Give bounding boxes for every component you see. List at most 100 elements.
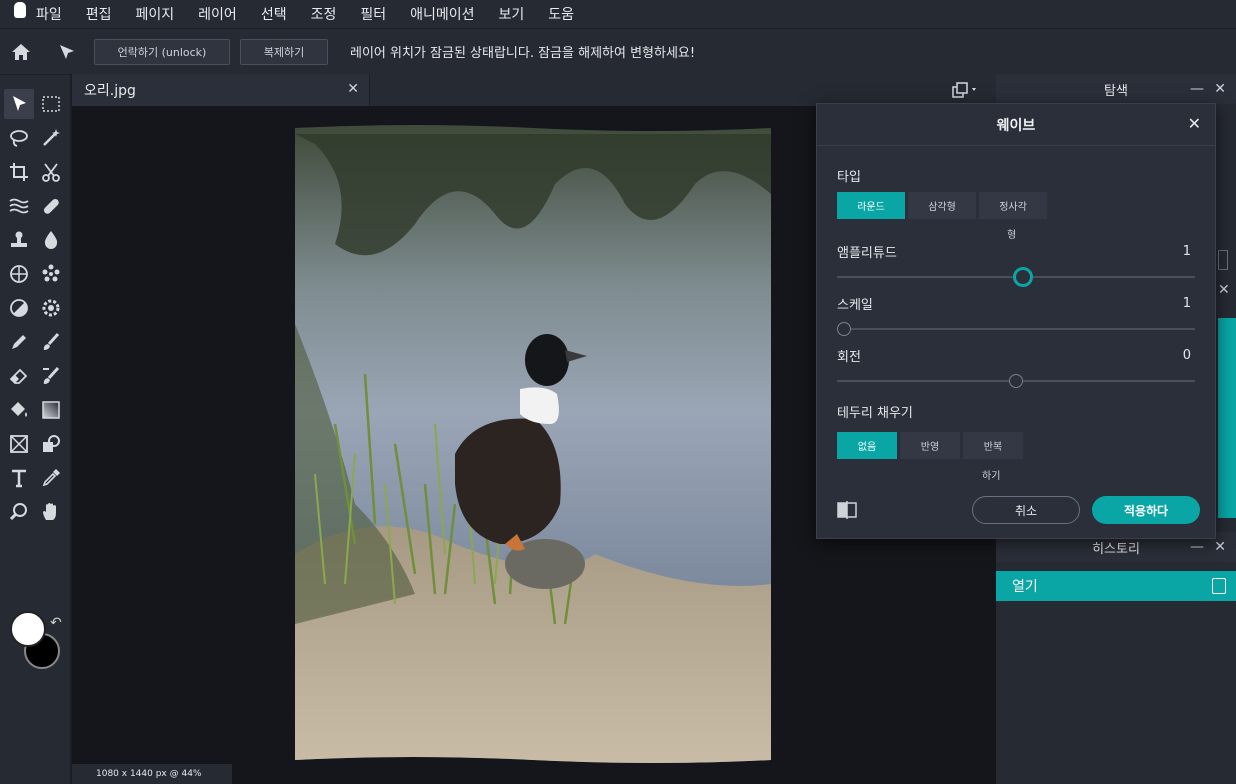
compare-icon[interactable]: [837, 501, 857, 519]
magic-wand-icon: [43, 129, 60, 146]
eraser-tool[interactable]: [4, 361, 34, 391]
bandage-icon: [43, 198, 59, 214]
dodge-tool[interactable]: [4, 293, 34, 323]
layer-input-box[interactable]: [1218, 250, 1228, 270]
magnifier-icon: [9, 503, 27, 521]
pencil-tool[interactable]: [4, 327, 34, 357]
amplitude-slider-knob[interactable]: [1013, 267, 1034, 287]
menu-select[interactable]: 선택: [261, 4, 287, 24]
cut-tool[interactable]: [36, 157, 66, 187]
gradient-icon: [42, 401, 60, 419]
pencil-icon: [12, 335, 26, 349]
home-icon[interactable]: [10, 41, 32, 63]
zoom-tool[interactable]: [4, 497, 34, 527]
close-history-icon[interactable]: ✕: [1214, 539, 1226, 555]
foreground-color-swatch[interactable]: [10, 611, 46, 647]
rotation-slider-knob[interactable]: [1009, 374, 1023, 388]
arrange-windows-icon[interactable]: [952, 82, 976, 98]
eyedropper-tool[interactable]: [36, 463, 66, 493]
edge-reflect-button[interactable]: 반영: [900, 432, 960, 459]
menu-file[interactable]: 파일: [36, 4, 62, 24]
cancel-button[interactable]: 취소: [972, 496, 1080, 524]
box-x-icon: [10, 435, 28, 453]
text-tool[interactable]: [4, 463, 34, 493]
menu-adjust[interactable]: 조정: [311, 4, 337, 24]
scale-value: 1: [1182, 296, 1191, 311]
hand-tool[interactable]: [36, 497, 66, 527]
color-replace-tool[interactable]: [36, 361, 66, 391]
magic-wand-tool[interactable]: [36, 123, 66, 153]
dots-icon: [42, 264, 60, 282]
type-triangle-button[interactable]: 삼각형: [908, 192, 976, 219]
sponge-tool[interactable]: [4, 259, 34, 289]
menu-view[interactable]: 보기: [499, 4, 525, 24]
close-tab-icon[interactable]: ✕: [347, 81, 359, 97]
crop-tool[interactable]: [4, 157, 34, 187]
move-tool[interactable]: [4, 89, 34, 119]
dialog-header: 웨이브 ✕: [817, 104, 1215, 146]
edge-repeat-wrap-text: 하기: [982, 471, 1001, 482]
menu-page[interactable]: 페이지: [136, 4, 175, 24]
history-item-open[interactable]: 열기: [996, 571, 1236, 601]
fill-tool[interactable]: [4, 395, 34, 425]
marquee-tool[interactable]: [36, 89, 66, 119]
photo-canvas[interactable]: [295, 124, 771, 764]
swap-colors-icon[interactable]: ↶: [50, 615, 62, 631]
type-square-button[interactable]: 정사각: [979, 192, 1047, 219]
minimize-navigator-icon[interactable]: —: [1190, 81, 1204, 97]
scale-label: 스케일: [837, 298, 873, 313]
crop-icon: [10, 163, 28, 181]
menu-animation[interactable]: 애니메이션: [410, 4, 474, 24]
wave-icon: [9, 198, 29, 214]
options-bar: 언락하기 (unlock) 복제하기 레이어 위치가 잠금된 상태랍니다. 잠금…: [0, 28, 1236, 74]
edge-repeat-button[interactable]: 반복: [963, 432, 1023, 459]
amplitude-slider[interactable]: [837, 267, 1195, 287]
close-navigator-icon[interactable]: ✕: [1214, 81, 1226, 97]
brush-tool[interactable]: [36, 327, 66, 357]
scissors-icon: [42, 163, 60, 182]
scale-slider[interactable]: [837, 322, 1195, 336]
menu-layer[interactable]: 레이어: [198, 4, 237, 24]
document-tab[interactable]: 오리.jpg ✕: [72, 74, 370, 106]
scale-slider-knob[interactable]: [837, 322, 852, 336]
liquify-tool[interactable]: [4, 191, 34, 221]
history-title: 히스토리: [1092, 541, 1140, 557]
blur-tool[interactable]: [36, 225, 66, 255]
sharpen-tool[interactable]: [36, 293, 66, 323]
document-status: 1080 x 1440 px @ 44%: [72, 764, 232, 784]
hand-icon: [43, 503, 56, 520]
wave-dialog: 웨이브 ✕ 타입 라운드 삼각형 정사각 형 앰플리튜드 1 스케일 1 회전 …: [816, 103, 1216, 539]
globe-icon: [10, 265, 28, 283]
paint-bucket-icon: [11, 402, 27, 417]
rotation-slider[interactable]: [837, 374, 1195, 388]
unlock-button[interactable]: 언락하기 (unlock): [94, 38, 230, 65]
history-item-label: 열기: [1012, 579, 1038, 595]
edge-segmented-control: 없음 반영 반복: [837, 432, 1026, 459]
layer-selected-row[interactable]: [1218, 318, 1236, 518]
dialog-title: 웨이브: [996, 117, 1036, 134]
menu-edit[interactable]: 편집: [86, 4, 112, 24]
heal-tool[interactable]: [36, 191, 66, 221]
edge-none-button[interactable]: 없음: [837, 432, 897, 459]
document-tab-title: 오리.jpg: [84, 83, 136, 99]
menu-filter[interactable]: 필터: [360, 4, 386, 24]
contrast-icon: [10, 299, 28, 317]
stamp-tool[interactable]: [4, 225, 34, 255]
arrow-icon: [13, 96, 26, 111]
lasso-tool[interactable]: [4, 123, 34, 153]
close-dialog-icon[interactable]: ✕: [1188, 114, 1201, 133]
gradient-tool[interactable]: [36, 395, 66, 425]
menu-help[interactable]: 도움: [548, 4, 574, 24]
apply-button[interactable]: 적용하다: [1092, 496, 1200, 524]
type-round-button[interactable]: 라운드: [837, 192, 905, 219]
marquee-icon: [42, 96, 60, 112]
close-layers-icon[interactable]: ✕: [1218, 282, 1230, 298]
brush-replace-icon: [43, 366, 60, 384]
custom-shape-tool[interactable]: [36, 429, 66, 459]
amplitude-label: 앰플리튜드: [837, 246, 897, 261]
minimize-history-icon[interactable]: —: [1190, 539, 1204, 555]
text-icon: [12, 469, 26, 488]
pattern-tool[interactable]: [36, 259, 66, 289]
duplicate-button[interactable]: 복제하기: [240, 38, 328, 65]
shape-tool[interactable]: [4, 429, 34, 459]
